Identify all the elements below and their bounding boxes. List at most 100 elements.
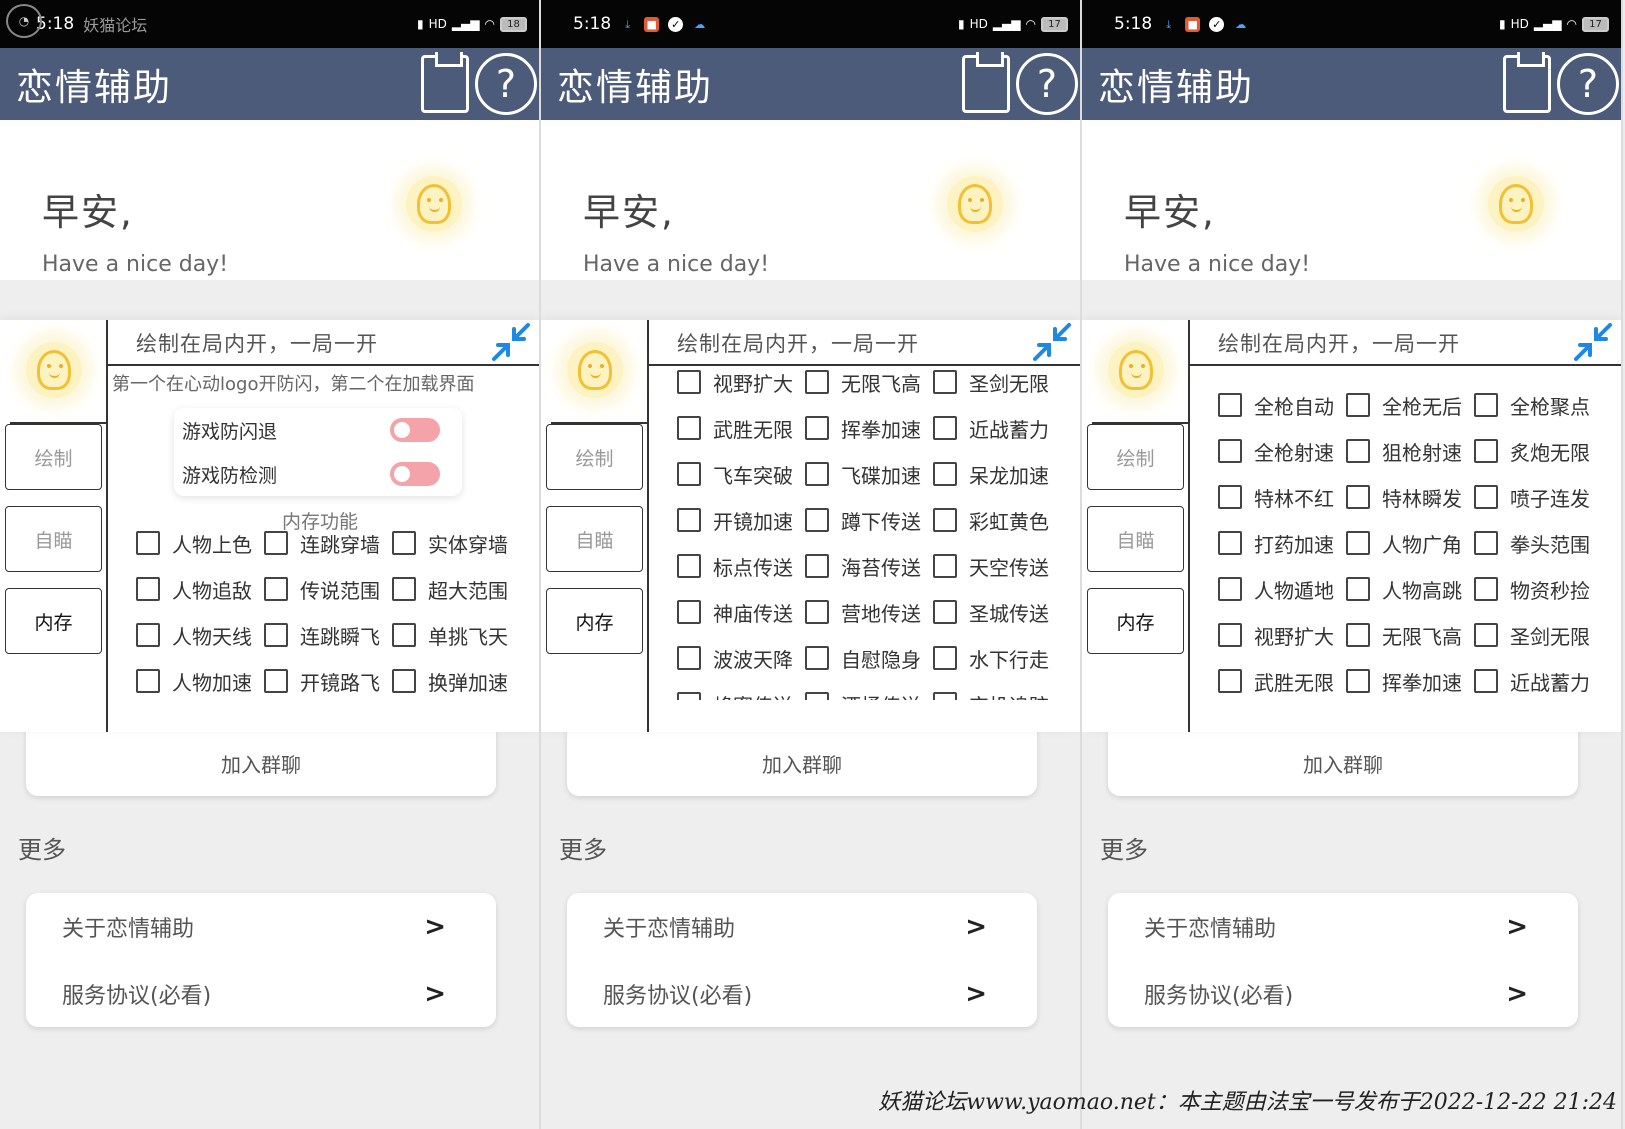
checkbox-icon[interactable] [1218,531,1242,555]
checkbox-icon[interactable] [1218,669,1242,693]
checkbox-item[interactable]: 人物上色 [136,520,264,566]
checkbox-icon[interactable] [805,370,829,394]
help-icon[interactable]: ? [1016,53,1078,115]
checkbox-item[interactable]: 单挑飞天 [392,612,520,658]
about-link[interactable]: 关于恋情辅助 > [567,893,1037,960]
checkbox-icon[interactable] [1474,531,1498,555]
checkbox-icon[interactable] [264,623,288,647]
checkbox-icon[interactable] [933,692,957,700]
checkbox-item[interactable]: 打药加速 [1218,520,1346,566]
checkbox-item[interactable]: 狙枪射速 [1346,428,1474,474]
checkbox-icon[interactable] [805,646,829,670]
checkbox-item[interactable]: 酒桶传送 [805,681,933,700]
checkbox-item[interactable]: 挥拳加速 [1346,658,1474,704]
checkbox-icon[interactable] [1474,393,1498,417]
checkbox-item[interactable]: 传说范围 [264,566,392,612]
checkbox-icon[interactable] [1474,623,1498,647]
checkbox-icon[interactable] [805,554,829,578]
checkbox-item[interactable]: 自慰隐身 [805,635,933,681]
menu-tab-aim[interactable]: 自瞄 [546,506,643,572]
checkbox-icon[interactable] [677,416,701,440]
checkbox-icon[interactable] [805,416,829,440]
checkbox-item[interactable]: 飞碟加速 [805,451,933,497]
checkbox-icon[interactable] [933,462,957,486]
about-link[interactable]: 关于恋情辅助 > [1108,893,1578,960]
checkbox-icon[interactable] [1474,439,1498,463]
checkbox-item[interactable]: 全枪聚点 [1474,382,1602,428]
clipboard-icon[interactable] [1503,52,1551,113]
checkbox-item[interactable]: 视野扩大 [677,367,805,405]
checkbox-icon[interactable] [1346,669,1370,693]
checkbox-item[interactable]: 蜂蜜传送 [677,681,805,700]
clipboard-icon[interactable] [421,52,469,113]
checkbox-icon[interactable] [933,646,957,670]
checkbox-item[interactable]: 圣城传送 [933,589,1061,635]
checkbox-icon[interactable] [677,692,701,700]
checkbox-icon[interactable] [677,646,701,670]
checkbox-item[interactable]: 神庙传送 [677,589,805,635]
checkbox-icon[interactable] [264,577,288,601]
checkbox-item[interactable]: 人物加速 [136,658,264,704]
checkbox-icon[interactable] [264,669,288,693]
checkbox-item[interactable]: 挥拳加速 [805,405,933,451]
terms-link[interactable]: 服务协议(必看) > [1108,960,1578,1027]
checkbox-item[interactable]: 连跳穿墙 [264,520,392,566]
checkbox-item[interactable]: 超大范围 [392,566,520,612]
checkbox-icon[interactable] [136,623,160,647]
checkbox-item[interactable]: 喷子连发 [1474,474,1602,520]
checkbox-icon[interactable] [933,600,957,624]
checkbox-item[interactable]: 全枪自动 [1218,382,1346,428]
checkbox-icon[interactable] [805,692,829,700]
checkbox-item[interactable]: 飞碟加速 [1346,704,1474,712]
checkbox-icon[interactable] [1218,485,1242,509]
menu-tab-memory[interactable]: 内存 [546,588,643,654]
checkbox-item[interactable]: 圣剑无限 [1474,612,1602,658]
checkbox-icon[interactable] [1474,577,1498,601]
checkbox-icon[interactable] [1346,485,1370,509]
checkbox-item[interactable]: 呆龙加速 [933,451,1061,497]
help-icon[interactable]: ? [1557,53,1619,115]
checkbox-item[interactable]: 飞车突破 [677,451,805,497]
checkbox-item[interactable]: 人物遁地 [1218,566,1346,612]
anti-crash-switch[interactable] [390,418,440,442]
checkbox-item[interactable]: 换弹加速 [392,658,520,704]
collapse-icon[interactable] [491,322,531,362]
checkbox-item[interactable]: 圣剑无限 [933,367,1061,405]
checkbox-item[interactable]: 呆龙加速 [1474,704,1602,712]
checkbox-item[interactable]: 特林不红 [1218,474,1346,520]
checkbox-item[interactable]: 近战蓄力 [933,405,1061,451]
checkbox-icon[interactable] [1218,393,1242,417]
checkbox-icon[interactable] [1218,439,1242,463]
menu-tab-aim[interactable]: 自瞄 [1087,506,1184,572]
menu-tab-draw[interactable]: 绘制 [1087,424,1184,490]
checkbox-icon[interactable] [136,577,160,601]
checkbox-icon[interactable] [1474,485,1498,509]
checkbox-item[interactable]: 人物天线 [136,612,264,658]
checkbox-icon[interactable] [677,600,701,624]
checkbox-icon[interactable] [1218,623,1242,647]
checkbox-icon[interactable] [1346,531,1370,555]
checkbox-icon[interactable] [1346,439,1370,463]
checkbox-item[interactable]: 全枪无后 [1346,382,1474,428]
checkbox-item[interactable]: 无限飞高 [805,367,933,405]
checkbox-item[interactable]: 连跳瞬飞 [264,612,392,658]
checkbox-item[interactable]: 人物广角 [1346,520,1474,566]
checkbox-item[interactable]: 天空传送 [933,543,1061,589]
checkbox-item[interactable]: 视野扩大 [1218,612,1346,658]
checkbox-icon[interactable] [1474,669,1498,693]
checkbox-icon[interactable] [805,600,829,624]
checkbox-item[interactable]: 炙炮无限 [1474,428,1602,474]
checkbox-icon[interactable] [677,554,701,578]
menu-tab-memory[interactable]: 内存 [5,588,102,654]
checkbox-icon[interactable] [933,508,957,532]
help-icon[interactable]: ? [475,53,537,115]
checkbox-icon[interactable] [392,577,416,601]
checkbox-icon[interactable] [264,531,288,555]
checkbox-item[interactable]: 武胜无限 [677,405,805,451]
checkbox-item[interactable]: 彩虹黄色 [933,497,1061,543]
checkbox-icon[interactable] [805,462,829,486]
checkbox-icon[interactable] [933,554,957,578]
checkbox-icon[interactable] [677,462,701,486]
checkbox-item[interactable]: 武胜无限 [1218,658,1346,704]
about-link[interactable]: 关于恋情辅助 > [26,893,496,960]
